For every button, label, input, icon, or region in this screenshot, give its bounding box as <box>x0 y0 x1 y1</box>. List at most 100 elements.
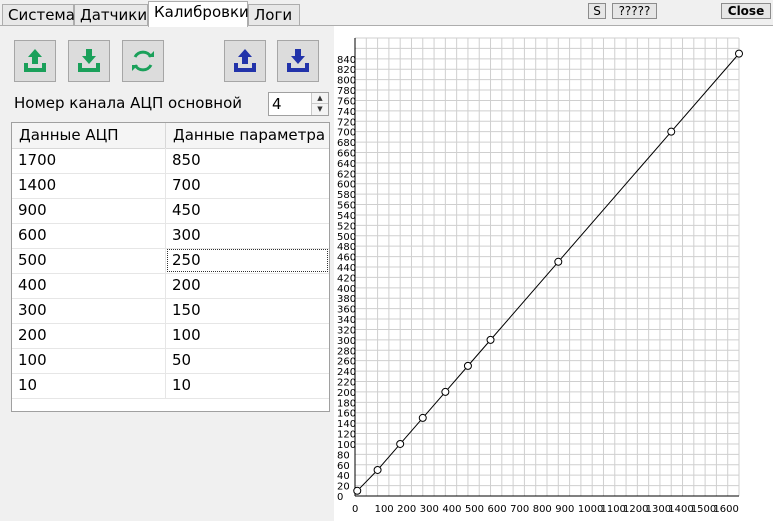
tab-calibrations[interactable]: Калибровки <box>148 1 249 27</box>
y-tick-label: 720 <box>337 117 356 128</box>
y-tick-label: 360 <box>337 305 356 316</box>
cell-adc[interactable]: 900 <box>12 198 166 223</box>
download-blue-icon <box>287 49 309 72</box>
cell-param[interactable]: 850 <box>166 148 329 173</box>
x-tick-label: 0 <box>352 504 358 515</box>
y-tick-label: 700 <box>337 128 356 139</box>
cell-param[interactable]: 300 <box>166 223 329 248</box>
cell-param[interactable]: 700 <box>166 173 329 198</box>
table-row[interactable]: 300 150 <box>12 298 329 324</box>
cell-param[interactable]: 100 <box>166 323 329 348</box>
cell-adc[interactable]: 300 <box>12 298 166 323</box>
spin-down-icon[interactable]: ▼ <box>311 104 328 115</box>
y-tick-label: 100 <box>337 440 356 451</box>
cell-param[interactable]: 450 <box>166 198 329 223</box>
y-tick-label: 380 <box>337 294 356 305</box>
data-point <box>463 361 472 370</box>
tab-sensors[interactable]: Датчики <box>74 4 148 25</box>
y-tick-label: 800 <box>337 76 356 87</box>
data-point <box>373 465 382 474</box>
cell-adc[interactable]: 500 <box>12 248 166 273</box>
column-header-param[interactable]: Данные параметра <box>166 123 329 148</box>
upload-blue-icon <box>234 49 256 72</box>
data-point <box>486 335 495 344</box>
y-tick-label: 280 <box>337 346 356 357</box>
channel-value[interactable]: 4 <box>272 95 282 113</box>
x-tick-label: 900 <box>555 504 574 515</box>
cell-adc[interactable]: 100 <box>12 348 166 373</box>
data-point <box>353 486 362 495</box>
upload-blue-button[interactable] <box>224 40 266 82</box>
cell-adc[interactable]: 1700 <box>12 148 166 173</box>
data-point <box>396 439 405 448</box>
y-tick-label: 340 <box>337 315 356 326</box>
data-point <box>418 413 427 422</box>
y-tick-label: 200 <box>337 388 356 399</box>
table-row[interactable]: 600 300 <box>12 223 329 249</box>
table-row[interactable]: 200 100 <box>12 323 329 349</box>
y-tick-label: 580 <box>337 190 356 201</box>
table-row[interactable]: 1700 850 <box>12 148 329 174</box>
cell-adc[interactable]: 400 <box>12 273 166 298</box>
x-tick-label: 300 <box>420 504 439 515</box>
y-tick-label: 840 <box>337 55 356 66</box>
y-tick-label: 400 <box>337 284 356 295</box>
tab-system[interactable]: Система <box>2 4 75 25</box>
y-tick-label: 560 <box>337 201 356 212</box>
download-green-button[interactable] <box>68 40 110 82</box>
table-row[interactable]: 500 250 <box>12 248 329 274</box>
upload-green-button[interactable] <box>14 40 56 82</box>
close-button[interactable]: Close <box>721 3 771 19</box>
cell-param[interactable]: 150 <box>166 298 329 323</box>
x-tick-label: 600 <box>488 504 507 515</box>
cell-adc[interactable]: 600 <box>12 223 166 248</box>
y-tick-label: 480 <box>337 242 356 253</box>
cell-param[interactable]: 10 <box>166 373 329 398</box>
data-point <box>667 127 676 136</box>
table-row[interactable]: 100 50 <box>12 348 329 374</box>
calibration-table: Данные АЦП Данные параметра 1700 850 1400 7… <box>11 122 330 412</box>
y-tick-label: 0 <box>337 492 343 503</box>
channel-spinbox[interactable]: 4 ▲ ▼ <box>268 92 329 116</box>
cell-param[interactable]: 200 <box>166 273 329 298</box>
y-tick-label: 140 <box>337 419 356 430</box>
data-point <box>554 257 563 266</box>
cell-adc[interactable]: 1400 <box>12 173 166 198</box>
y-tick-label: 740 <box>337 107 356 118</box>
download-green-icon <box>78 49 100 72</box>
y-tick-label: 820 <box>337 65 356 76</box>
y-tick-label: 660 <box>337 149 356 160</box>
refresh-green-icon <box>132 50 154 72</box>
x-tick-label: 400 <box>442 504 461 515</box>
cell-param[interactable]: 250 <box>166 248 329 273</box>
y-tick-label: 420 <box>337 273 356 284</box>
y-tick-label: 680 <box>337 138 356 149</box>
table-row[interactable]: 900 450 <box>12 198 329 224</box>
y-tick-label: 120 <box>337 430 356 441</box>
table-row[interactable]: 1400 700 <box>12 173 329 199</box>
spin-up-icon[interactable]: ▲ <box>311 93 328 104</box>
y-tick-label: 620 <box>337 169 356 180</box>
x-tick-label: 100 <box>375 504 394 515</box>
cell-adc[interactable]: 10 <box>12 373 166 398</box>
help-button[interactable]: ????? <box>612 3 657 19</box>
y-tick-label: 260 <box>337 357 356 368</box>
cell-adc[interactable]: 200 <box>12 323 166 348</box>
table-row[interactable]: 400 200 <box>12 273 329 299</box>
cell-param[interactable]: 50 <box>166 348 329 373</box>
y-tick-label: 320 <box>337 325 356 336</box>
tab-logs[interactable]: Логи <box>248 4 300 25</box>
download-blue-button[interactable] <box>277 40 319 82</box>
table-row[interactable]: 10 10 <box>12 373 329 399</box>
chart-svg: 0204060801001201401601802002202402602803… <box>337 37 743 515</box>
s-button[interactable]: S <box>588 3 606 19</box>
y-tick-label: 600 <box>337 180 356 191</box>
x-tick-label: 1600 <box>713 504 738 515</box>
y-tick-label: 60 <box>337 461 350 472</box>
refresh-green-button[interactable] <box>122 40 164 82</box>
column-header-adc[interactable]: Данные АЦП <box>12 123 166 148</box>
table-header: Данные АЦП Данные параметра <box>12 123 329 149</box>
y-tick-label: 160 <box>337 409 356 420</box>
x-tick-label: 500 <box>465 504 484 515</box>
y-tick-label: 20 <box>337 482 350 493</box>
